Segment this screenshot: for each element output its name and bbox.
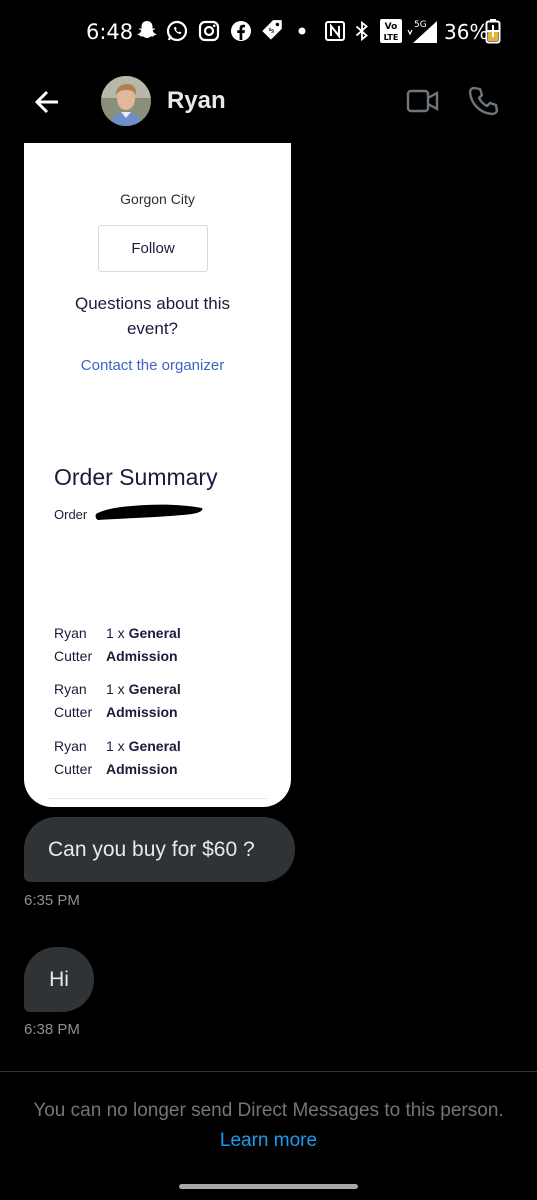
facebook-icon: [228, 18, 254, 44]
volte-badge-bottom: LTE: [384, 33, 399, 42]
ticket-holder-first: Ryan: [54, 738, 87, 754]
message-bubble[interactable]: Hi: [24, 947, 94, 1012]
whatsapp-icon: [164, 18, 190, 44]
ticket-holder-last: Cutter: [54, 760, 93, 777]
signal-5g-icon: 5G: [405, 18, 439, 44]
avatar[interactable]: [101, 76, 151, 126]
status-bar: 6:48 $ Vo LTE 5G 36%: [0, 0, 537, 62]
ticket-type: General: [128, 625, 181, 641]
ticket-holder-last: Cutter: [54, 703, 93, 720]
ticket-quantity: 1 x: [106, 681, 125, 697]
volte-badge-top: Vo: [385, 22, 398, 32]
message-timestamp: 6:35 PM: [24, 892, 80, 909]
bluetooth-icon: [349, 18, 375, 44]
shared-image[interactable]: Gorgon City Follow Questions about this …: [24, 143, 291, 807]
tag-icon: $: [259, 18, 285, 44]
ticket-holder-first: Ryan: [54, 625, 87, 641]
redaction-scribble: [95, 504, 203, 520]
dot-icon: [289, 18, 315, 44]
video-camera-icon: [406, 89, 439, 113]
message-bubble[interactable]: Can you buy for $60 ?: [24, 817, 295, 882]
phone-icon: [468, 86, 499, 116]
volte-icon: Vo LTE: [379, 18, 403, 44]
order-label: Order: [54, 507, 88, 522]
ticket-type: General: [128, 681, 181, 697]
back-button[interactable]: [30, 84, 66, 120]
conversation-header: Ryan: [0, 62, 537, 142]
snapchat-icon: [134, 18, 160, 44]
nfc-icon: [322, 18, 348, 44]
ticket-quantity: 1 x: [106, 738, 125, 754]
ticket-quantity: 1 x: [106, 625, 125, 641]
dm-disabled-notice: You can no longer send Direct Messages t…: [24, 1096, 513, 1156]
organizer-name: Gorgon City: [120, 191, 195, 207]
ticket-type-2: Admission: [106, 647, 178, 664]
ticket-type-2: Admission: [106, 760, 178, 777]
questions-text: Questions about this event?: [75, 294, 230, 338]
message-timestamp: 6:38 PM: [24, 1021, 80, 1038]
learn-more-link[interactable]: Learn more: [220, 1130, 317, 1151]
battery-percent: 36%: [444, 20, 489, 44]
contact-name[interactable]: Ryan: [167, 87, 226, 115]
battery-charging-icon: [485, 18, 501, 44]
ticket-type: General: [128, 738, 181, 754]
voice-call-button[interactable]: [466, 84, 500, 118]
contact-organizer-link: Contact the organizer: [80, 357, 225, 374]
status-time: 6:48: [86, 20, 134, 44]
ticket-type-2: Admission: [106, 703, 178, 720]
order-summary-title: Order Summary: [54, 464, 218, 490]
ticket-holder-first: Ryan: [54, 681, 87, 697]
arrow-left-icon: [34, 90, 58, 114]
home-indicator[interactable]: [179, 1184, 358, 1189]
instagram-icon: [196, 18, 222, 44]
network-badge: 5G: [414, 20, 427, 30]
ticket-holder-last: Cutter: [54, 647, 93, 664]
footer-divider: [0, 1071, 537, 1072]
video-call-button[interactable]: [406, 86, 440, 116]
follow-button: Follow: [98, 225, 208, 272]
card-divider: [48, 798, 267, 799]
dm-disabled-text: You can no longer send Direct Messages t…: [33, 1100, 504, 1121]
